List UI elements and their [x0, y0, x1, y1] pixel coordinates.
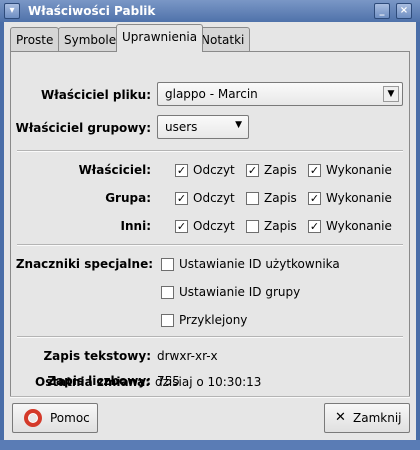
last-modified-value: dzisiaj o 10:30:13 [155, 375, 262, 389]
window-title: Właściwości Pablik [28, 4, 156, 18]
dropdown-arrow-icon: ▼ [383, 86, 399, 102]
window-bottom-border [0, 440, 420, 450]
text-notation-label: Zapis tekstowy: [43, 349, 151, 363]
close-window-button[interactable]: × [396, 3, 412, 19]
tab-uprawnienia[interactable]: Uprawnienia [116, 24, 204, 52]
help-button[interactable]: Pomoc [12, 403, 98, 433]
perm-row-owner-label: Właściciel: [78, 163, 151, 177]
owner-write-checkbox[interactable]: ✓ [246, 164, 259, 177]
write-label: Zapis [264, 163, 297, 177]
owner-read-checkbox[interactable]: ✓ [175, 164, 188, 177]
read-label: Odczyt [193, 191, 235, 205]
others-write-checkbox[interactable] [246, 220, 259, 233]
separator [17, 244, 403, 246]
special-flags-label: Znaczniki specjalne: [15, 257, 153, 271]
tab-symbole[interactable]: Symbole [58, 27, 123, 51]
group-write-checkbox[interactable] [246, 192, 259, 205]
setuid-label: Ustawianie ID użytkownika [179, 257, 340, 271]
exec-label: Wykonanie [326, 219, 392, 233]
group-owner-label: Właściciel grupowy: [15, 121, 151, 135]
write-label: Zapis [264, 191, 297, 205]
group-owner-combo[interactable]: users ▼ [157, 115, 249, 139]
owner-exec-checkbox[interactable]: ✓ [308, 164, 321, 177]
close-button[interactable]: ✕ Zamknij [324, 403, 410, 433]
chevron-down-icon[interactable]: ▾ [4, 3, 20, 19]
separator [17, 336, 403, 338]
owner-label: Właściciel pliku: [41, 88, 151, 102]
separator [10, 396, 410, 398]
perm-row-others-label: Inni: [120, 219, 151, 233]
tab-proste[interactable]: Proste [10, 27, 60, 51]
help-button-label: Pomoc [50, 411, 90, 425]
others-read-checkbox[interactable]: ✓ [175, 220, 188, 233]
read-label: Odczyt [193, 163, 235, 177]
sticky-label: Przyklejony [179, 313, 248, 327]
tab-notatki[interactable]: Notatki [195, 27, 251, 51]
setgid-label: Ustawianie ID grupy [179, 285, 301, 299]
setgid-checkbox[interactable] [161, 286, 174, 299]
read-label: Odczyt [193, 219, 235, 233]
help-icon [24, 409, 42, 427]
exec-label: Wykonanie [326, 163, 392, 177]
sticky-checkbox[interactable] [161, 314, 174, 327]
perm-row-group-label: Grupa: [105, 191, 151, 205]
permissions-panel: Właściciel pliku: glappo - Marcin ▼ Właś… [10, 51, 410, 397]
owner-value: glappo - Marcin [165, 87, 258, 101]
owner-combo[interactable]: glappo - Marcin ▼ [157, 82, 403, 106]
separator [17, 150, 403, 152]
group-owner-value: users [165, 120, 198, 134]
group-read-checkbox[interactable]: ✓ [175, 192, 188, 205]
text-notation-value: drwxr-xr-x [157, 349, 218, 363]
close-icon: ✕ [335, 410, 346, 425]
minimize-button[interactable]: _ [374, 3, 390, 19]
dialog-body: Proste Symbole Uprawnienia Notatki Właśc… [4, 22, 416, 446]
properties-window: ▾ Właściwości Pablik _ × Proste Symbole … [0, 0, 420, 450]
dropdown-arrow-icon: ▼ [235, 120, 242, 130]
others-exec-checkbox[interactable]: ✓ [308, 220, 321, 233]
group-exec-checkbox[interactable]: ✓ [308, 192, 321, 205]
close-button-label: Zamknij [353, 411, 402, 425]
setuid-checkbox[interactable] [161, 258, 174, 271]
last-modified-label: Ostatnia zmiana: [35, 375, 150, 389]
title-bar: ▾ Właściwości Pablik _ × [0, 0, 420, 22]
exec-label: Wykonanie [326, 191, 392, 205]
write-label: Zapis [264, 219, 297, 233]
